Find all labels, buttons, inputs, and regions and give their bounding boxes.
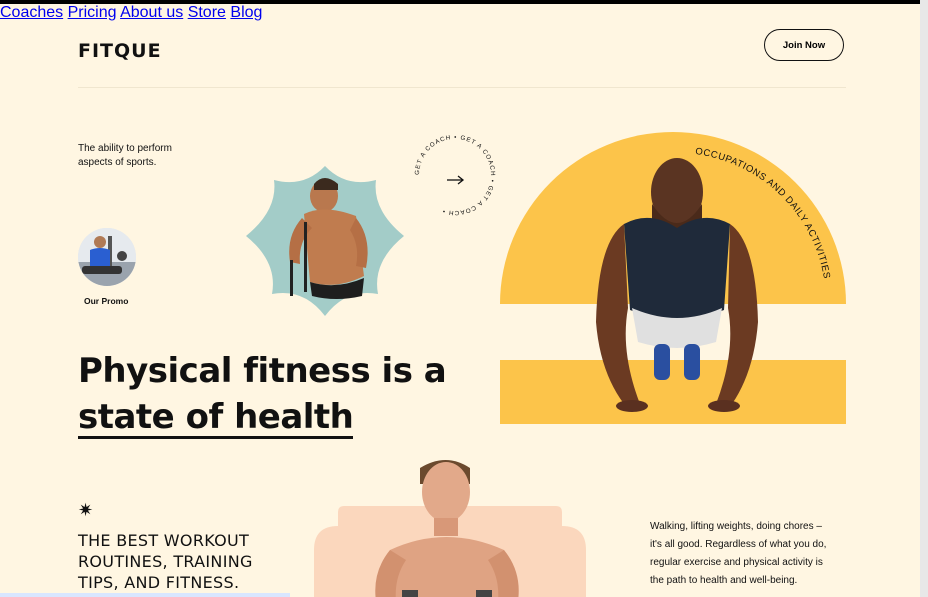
headline-line-2: state of health — [78, 397, 354, 439]
paragraph-line-3: regular exercise and physical activity i… — [650, 557, 823, 568]
badge-circular-text: GET A COACH • GET A COACH • GET A COACH … — [414, 134, 496, 216]
brand-logo[interactable]: FITQUE — [78, 40, 162, 62]
workout-line-1: THE BEST WORKOUT — [78, 531, 250, 550]
ability-text: The ability to perform aspects of sports… — [78, 143, 172, 168]
nav-blog[interactable]: Blog — [230, 4, 262, 21]
paragraph-line-2: it's all good. Regardless of what you do… — [650, 539, 827, 550]
scallop-photo-frame — [246, 166, 404, 316]
paragraph-line-1: Walking, lifting weights, doing chores – — [650, 521, 822, 532]
nav-store[interactable]: Store — [188, 4, 226, 21]
promo-label: Our Promo — [84, 296, 129, 306]
join-now-button[interactable]: Join Now — [764, 29, 844, 61]
header-divider — [78, 87, 846, 88]
dumbbell-photo-panel — [314, 460, 586, 597]
main-nav: Coaches Pricing About us Store Blog — [0, 4, 920, 22]
nav-pricing[interactable]: Pricing — [68, 4, 117, 21]
get-a-coach-badge[interactable]: GET A COACH • GET A COACH • GET A COACH … — [412, 132, 498, 218]
asterisk-star-icon: ✷ — [78, 500, 94, 520]
hero-headline: Physical fitness is a state of health — [78, 348, 447, 440]
scrollbar[interactable] — [920, 0, 928, 597]
workout-heading: THE BEST WORKOUT ROUTINES, TRAINING TIPS… — [78, 530, 253, 593]
promo-photo — [78, 228, 136, 286]
hero-image-panel: OCCUPATIONS AND DAILY ACTIVITIES — [500, 132, 846, 424]
headline-line-1: Physical fitness is a — [78, 351, 447, 391]
landing-page: FITQUE Coaches Pricing About us Store Bl… — [0, 4, 920, 597]
nav-coaches[interactable]: Coaches — [0, 4, 63, 21]
workout-line-3: TIPS, AND FITNESS. — [78, 573, 240, 592]
workout-line-2: ROUTINES, TRAINING — [78, 552, 253, 571]
hero-bar — [500, 360, 846, 424]
health-paragraph: Walking, lifting weights, doing chores –… — [650, 518, 850, 590]
arrow-right-icon — [447, 175, 465, 185]
promo-thumbnail[interactable] — [78, 228, 136, 286]
paragraph-line-4: the path to health and well-being. — [650, 575, 798, 586]
bottom-highlight-bar — [0, 593, 290, 597]
nav-about-us[interactable]: About us — [120, 4, 183, 21]
